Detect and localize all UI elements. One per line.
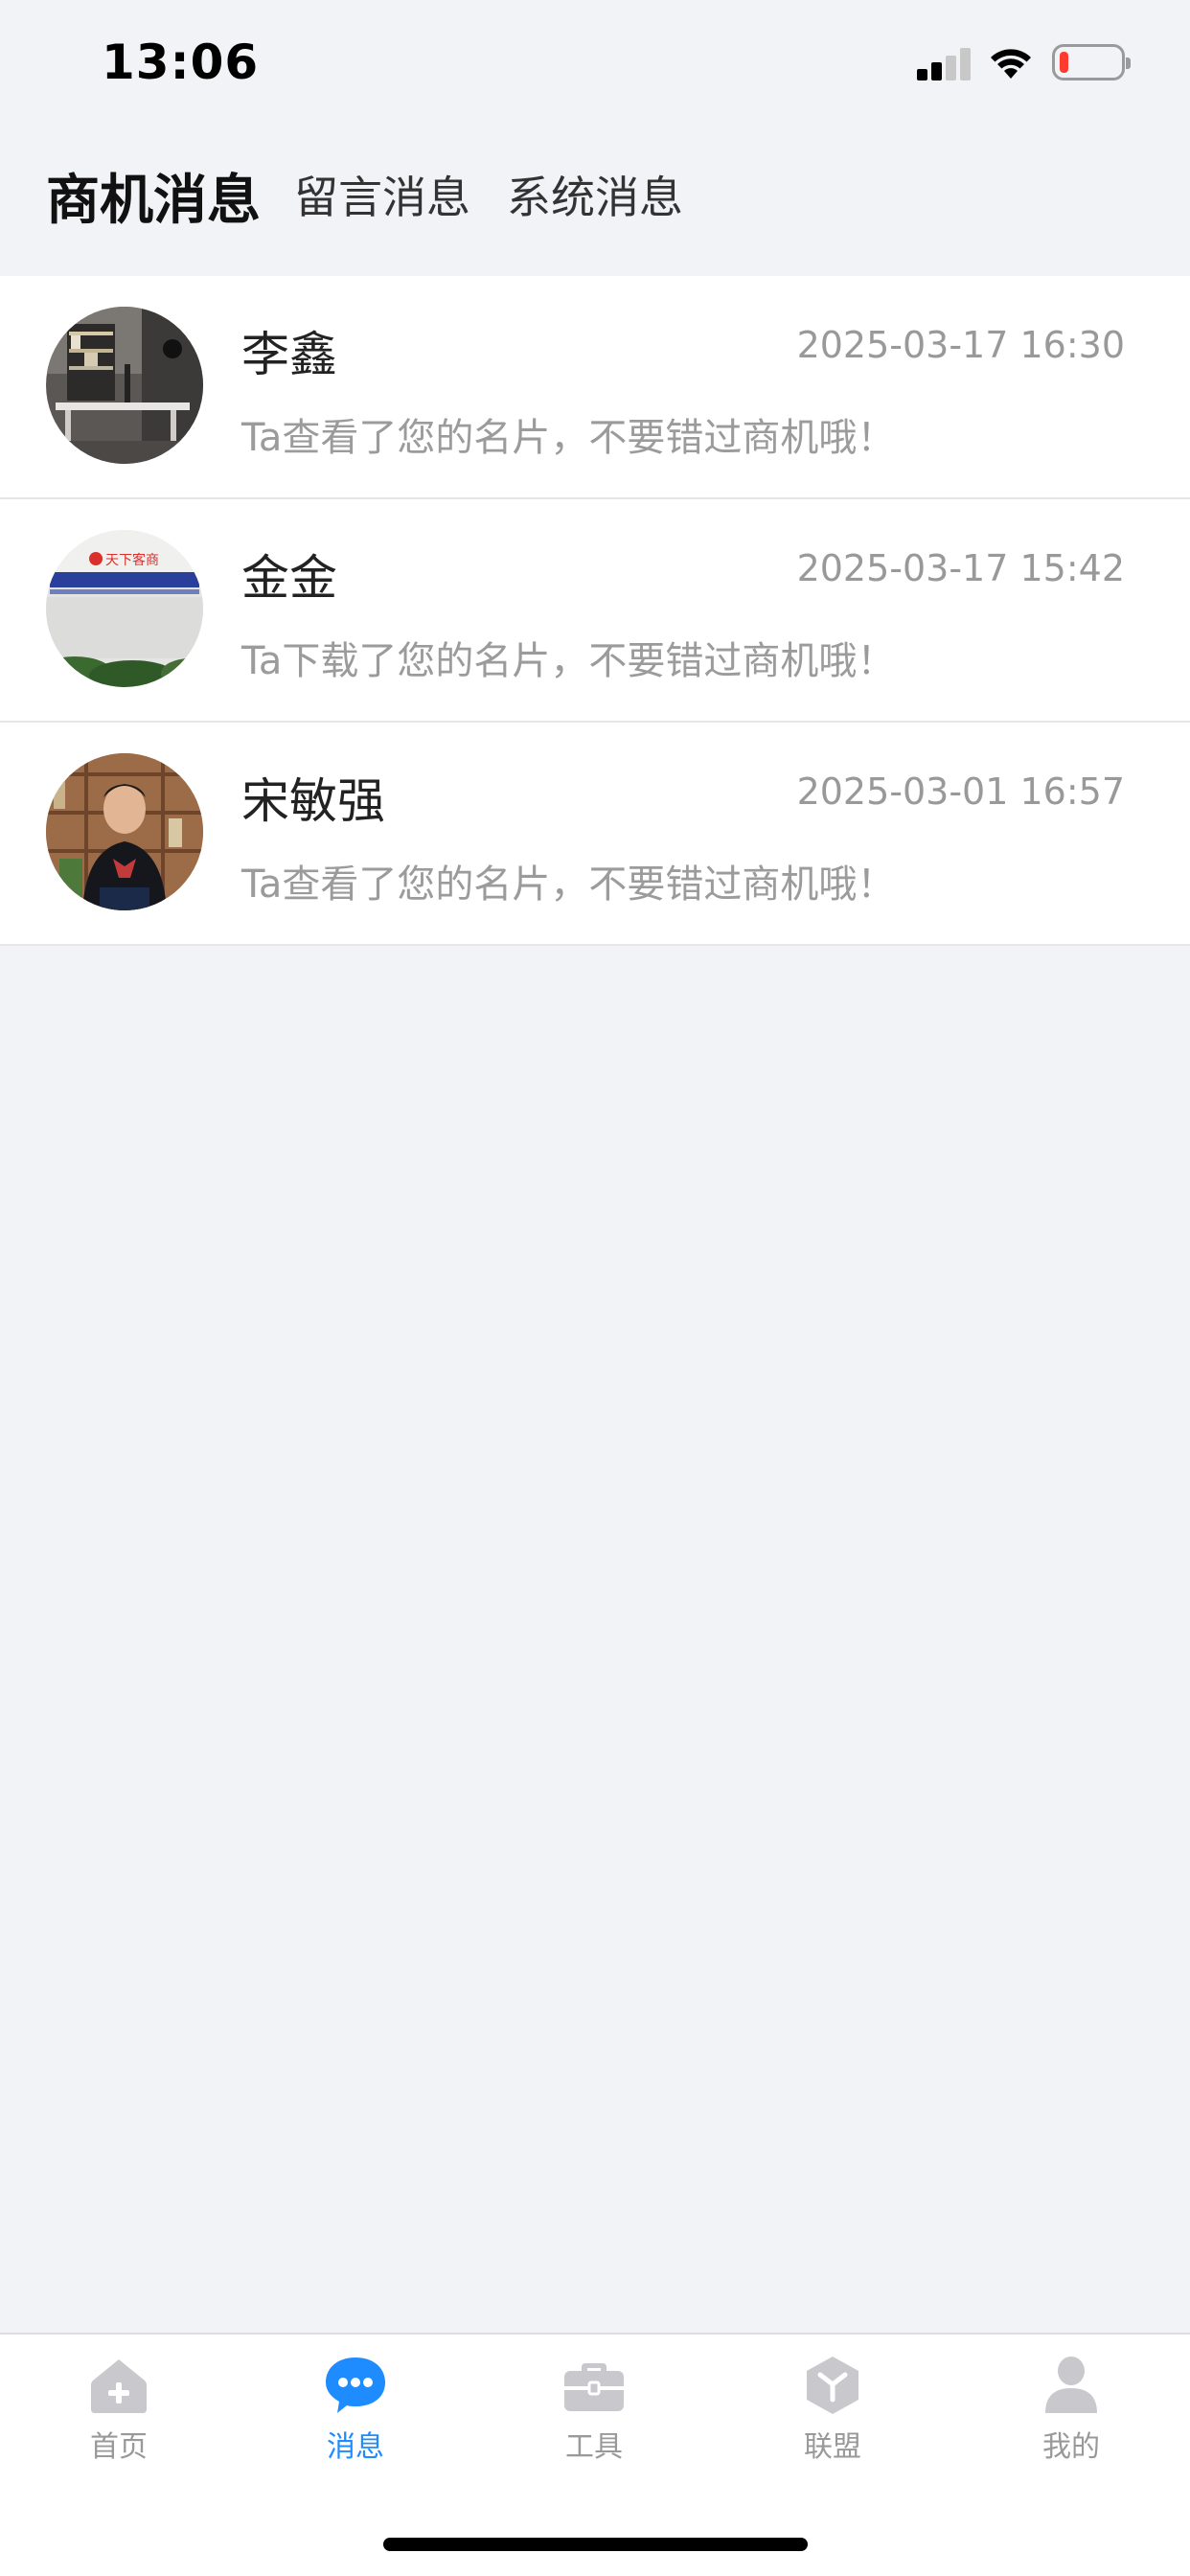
message-item[interactable]: 天下客商 金金 2025-03-17 15:42 Ta下载了您的名片，不要错过商… bbox=[0, 499, 1190, 723]
tabbar-label: 消息 bbox=[327, 2430, 384, 2464]
tabbar-item-home[interactable]: 首页 bbox=[23, 2354, 215, 2478]
tab-system-messages[interactable]: 系统消息 bbox=[507, 163, 683, 226]
contact-name: 金金 bbox=[241, 550, 337, 606]
avatar-sign-text: 天下客商 bbox=[105, 552, 159, 568]
message-time: 2025-03-01 16:57 bbox=[796, 770, 1125, 813]
cellular-signal-icon bbox=[917, 48, 971, 80]
battery-icon bbox=[1052, 44, 1131, 80]
toolbox-icon bbox=[564, 2363, 624, 2411]
message-icon bbox=[326, 2358, 385, 2413]
tab-business-messages[interactable]: 商机消息 bbox=[46, 157, 261, 235]
avatar bbox=[46, 307, 203, 464]
avatar bbox=[46, 753, 203, 910]
alliance-icon bbox=[807, 2357, 858, 2414]
battery-level bbox=[1060, 52, 1068, 73]
tabbar-label: 我的 bbox=[1042, 2430, 1100, 2464]
message-preview: Ta查看了您的名片，不要错过商机哦！ bbox=[241, 862, 896, 907]
tab-comment-messages[interactable]: 留言消息 bbox=[294, 163, 470, 226]
message-item[interactable]: 宋敏强 2025-03-01 16:57 Ta查看了您的名片，不要错过商机哦！ bbox=[0, 723, 1190, 946]
message-time: 2025-03-17 16:30 bbox=[796, 324, 1125, 366]
message-preview: Ta下载了您的名片，不要错过商机哦！ bbox=[241, 639, 896, 683]
message-item[interactable]: 李鑫 2025-03-17 16:30 Ta查看了您的名片，不要错过商机哦！ bbox=[0, 276, 1190, 499]
status-bar: 13:06 bbox=[0, 0, 1190, 134]
message-list: 李鑫 2025-03-17 16:30 Ta查看了您的名片，不要错过商机哦！ 天… bbox=[0, 276, 1190, 946]
user-icon bbox=[1045, 2357, 1097, 2413]
contact-name: 李鑫 bbox=[241, 327, 337, 382]
message-time: 2025-03-17 15:42 bbox=[796, 547, 1125, 589]
tabbar-label: 联盟 bbox=[804, 2430, 861, 2464]
avatar: 天下客商 bbox=[46, 530, 203, 687]
tabbar-item-profile[interactable]: 我的 bbox=[975, 2354, 1167, 2478]
home-indicator[interactable] bbox=[383, 2538, 808, 2551]
tabbar-item-tools[interactable]: 工具 bbox=[498, 2354, 690, 2478]
tabbar-item-alliance[interactable]: 联盟 bbox=[737, 2354, 928, 2478]
message-preview: Ta查看了您的名片，不要错过商机哦！ bbox=[241, 416, 896, 460]
tabbar-label: 工具 bbox=[565, 2430, 623, 2464]
message-category-tabs: 商机消息 留言消息 系统消息 bbox=[0, 134, 1190, 276]
contact-name: 宋敏强 bbox=[241, 773, 385, 829]
tabbar-item-messages[interactable]: 消息 bbox=[260, 2354, 451, 2478]
tabbar-label: 首页 bbox=[90, 2430, 148, 2464]
home-icon bbox=[91, 2359, 147, 2413]
status-time: 13:06 bbox=[102, 34, 260, 90]
wifi-icon bbox=[991, 49, 1031, 79]
